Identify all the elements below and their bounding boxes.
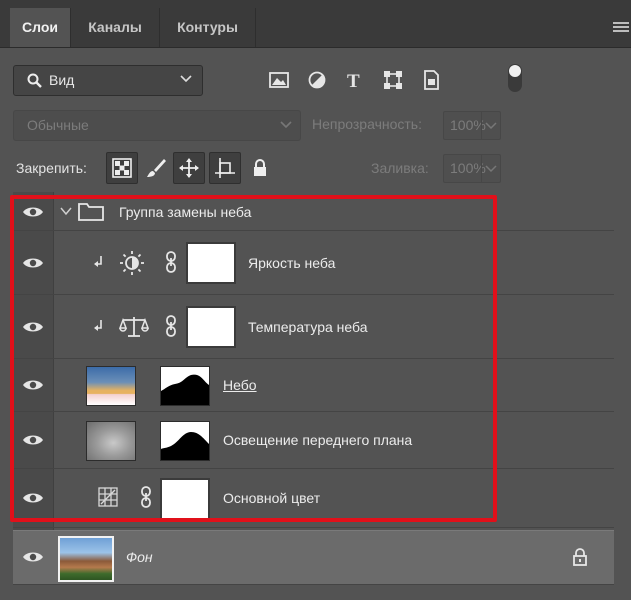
chevron-down-icon xyxy=(485,165,497,173)
lock-label: Закрепить: xyxy=(16,160,87,176)
eye-icon[interactable] xyxy=(22,491,44,505)
lock-image-pixels-button[interactable] xyxy=(140,152,172,184)
fill-dropdown[interactable] xyxy=(481,155,500,182)
fill-field[interactable]: 100% xyxy=(443,154,501,183)
layer-name: Небо xyxy=(223,377,257,393)
filter-adjustment-icon[interactable] xyxy=(306,69,328,91)
color-balance-icon xyxy=(119,317,149,337)
layer-row-sky[interactable]: Небо xyxy=(13,359,614,412)
mask-shape xyxy=(161,367,209,391)
lock-transparent-pixels-button[interactable] xyxy=(106,152,138,184)
layer-row-background[interactable]: Фон xyxy=(13,530,614,585)
layer-name: Освещение переднего плана xyxy=(223,432,413,448)
tab-layers[interactable]: Слои xyxy=(10,8,71,47)
blend-mode-dropdown[interactable]: Обычные xyxy=(13,110,301,141)
clipping-arrow-icon xyxy=(94,320,102,331)
filter-shape-icon[interactable] xyxy=(382,69,404,91)
layer-row-foreground-lighting[interactable]: Освещение переднего плана xyxy=(13,412,614,469)
fill-layer-grid-icon xyxy=(98,487,118,507)
lock-icon xyxy=(254,159,266,176)
layer-row-brightness[interactable]: Яркость неба xyxy=(13,231,614,295)
background-image-thumbnail[interactable] xyxy=(58,536,114,582)
svg-text:T: T xyxy=(347,71,360,91)
search-icon xyxy=(27,73,42,88)
link-icon[interactable] xyxy=(140,486,152,508)
layer-name: Основной цвет xyxy=(223,490,321,506)
layer-name: Температура неба xyxy=(248,319,368,335)
layer-row-group[interactable]: Группа замены неба xyxy=(13,192,614,231)
layer-mask-thumbnail[interactable] xyxy=(160,478,210,520)
chevron-down-icon[interactable] xyxy=(59,204,73,218)
layer-name: Фон xyxy=(126,549,153,565)
filter-smart-object-icon[interactable] xyxy=(420,69,442,91)
blend-mode-value: Обычные xyxy=(27,117,89,133)
filter-label: Вид xyxy=(49,72,75,88)
link-icon[interactable] xyxy=(165,315,177,337)
artboard-icon xyxy=(215,158,235,178)
layer-filter-dropdown[interactable]: Вид xyxy=(13,65,203,96)
eye-icon[interactable] xyxy=(22,320,44,334)
panel-tab-bar: Слои Каналы Контуры xyxy=(0,0,631,48)
eye-icon[interactable] xyxy=(22,433,44,447)
folder-icon xyxy=(78,203,104,221)
layers-panel: Слои Каналы Контуры Вид T Обычные Непроз… xyxy=(0,0,631,600)
clipping-arrow-icon xyxy=(94,256,102,267)
mask-shape xyxy=(161,422,209,449)
link-icon[interactable] xyxy=(165,251,177,273)
lock-position-button[interactable] xyxy=(173,152,205,184)
chevron-down-icon xyxy=(280,121,292,129)
filter-toggle-switch[interactable] xyxy=(508,64,522,92)
lighting-mask-thumbnail[interactable] xyxy=(160,421,210,461)
move-icon xyxy=(179,158,199,178)
sky-mask-thumbnail[interactable] xyxy=(160,366,210,406)
fill-label: Заливка: xyxy=(371,160,429,176)
filter-pixel-icon[interactable] xyxy=(268,69,290,91)
panel-menu-icon[interactable] xyxy=(613,22,629,34)
opacity-field[interactable]: 100% xyxy=(443,111,501,140)
layer-row-base-color[interactable]: Основной цвет xyxy=(13,469,614,528)
layer-name: Яркость неба xyxy=(248,255,336,271)
sky-image-thumbnail[interactable] xyxy=(86,366,136,406)
eye-icon[interactable] xyxy=(22,550,44,564)
layer-name: Группа замены неба xyxy=(119,204,252,220)
layer-mask-thumbnail[interactable] xyxy=(186,306,236,348)
filter-type-icon[interactable]: T xyxy=(344,69,366,92)
eye-icon[interactable] xyxy=(22,256,44,270)
tab-paths[interactable]: Контуры xyxy=(160,8,256,47)
lock-all-button[interactable] xyxy=(244,152,276,184)
layer-row-temperature[interactable]: Температура неба xyxy=(13,295,614,359)
opacity-label: Непрозрачность: xyxy=(312,116,422,132)
eye-icon[interactable] xyxy=(22,205,44,219)
brightness-icon xyxy=(120,251,144,275)
chevron-down-icon xyxy=(485,122,497,130)
layer-mask-thumbnail[interactable] xyxy=(186,242,236,284)
opacity-dropdown[interactable] xyxy=(481,112,500,139)
lock-artboard-button[interactable] xyxy=(209,152,241,184)
lighting-image-thumbnail[interactable] xyxy=(86,421,136,461)
lock-icon[interactable] xyxy=(572,548,588,566)
brush-icon xyxy=(147,159,166,177)
eye-icon[interactable] xyxy=(22,378,44,392)
tab-channels[interactable]: Каналы xyxy=(71,8,160,47)
checkerboard-icon xyxy=(112,158,132,178)
chevron-down-icon xyxy=(180,75,192,83)
